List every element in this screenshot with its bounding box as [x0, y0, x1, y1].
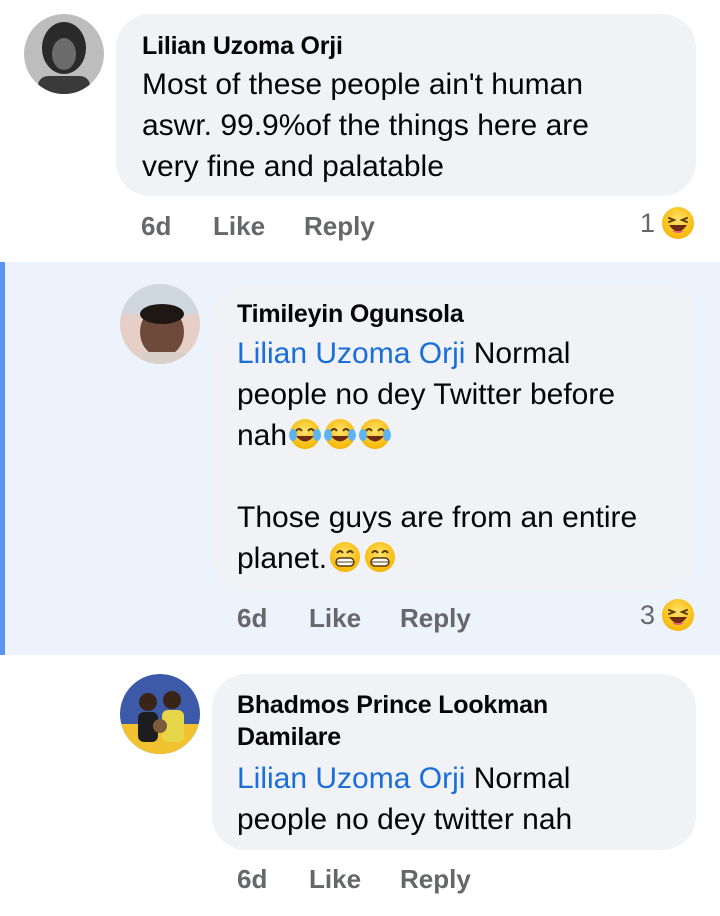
reaction-summary[interactable]: 1 [640, 206, 695, 240]
comment-bubble: Lilian Uzoma Orji Most of these people a… [116, 14, 696, 196]
timestamp[interactable]: 6d [237, 603, 267, 634]
grin-emoji [330, 542, 361, 572]
comment-text-line: very fine and palatable [142, 150, 444, 183]
comment-text-line: people no dey Twitter before [237, 378, 616, 411]
comment-text-line: people no dey twitter nah [237, 803, 573, 836]
comment-text: Most of these people ain't human aswr. 9… [142, 64, 589, 187]
comment-text-fragment: nah [237, 419, 288, 452]
comment-text-line: Most of these people ain't human [142, 68, 584, 101]
joy-emoji [359, 419, 392, 449]
reaction-count: 1 [640, 207, 656, 238]
comment-text: Lilian Uzoma Orji Normal people no dey t… [237, 758, 687, 840]
comment-text-line [237, 456, 687, 497]
comment-author[interactable]: Timileyin Ogunsola [237, 298, 464, 330]
comment-text-line: Lilian Uzoma Orji Normal [237, 758, 687, 799]
comment-author-line: Bhadmos Prince Lookman [237, 691, 548, 719]
joy-emoji [324, 419, 357, 449]
comment-text-line: Lilian Uzoma Orji Normal [237, 333, 687, 374]
comment-text-line: Those guys are from an entire [237, 501, 638, 534]
comment-text: Lilian Uzoma Orji Normal people no dey T… [237, 333, 687, 579]
highlight-indicator-bar [0, 262, 5, 655]
comment-text-line: planet. [237, 538, 687, 579]
comment-author-line: Damilare [237, 723, 342, 751]
like-button[interactable]: Like [213, 211, 265, 242]
reply-button[interactable]: Reply [304, 211, 375, 242]
joy-emoji [289, 419, 322, 449]
avatar[interactable] [120, 674, 200, 754]
comment-author[interactable]: Bhadmos Prince Lookman Damilare [237, 689, 548, 753]
reply-button[interactable]: Reply [400, 603, 471, 634]
comment-text-line: aswr. 99.9%of the things here are [142, 109, 589, 142]
like-button[interactable]: Like [309, 864, 361, 895]
comment-text-fragment: Normal [465, 337, 571, 370]
comment-text-fragment: Normal [465, 762, 571, 795]
comment-text-fragment: planet. [237, 542, 328, 575]
reply-button[interactable]: Reply [400, 864, 471, 895]
comment-bubble: Bhadmos Prince Lookman Damilare Lilian U… [212, 674, 696, 850]
comment-bubble: Timileyin Ogunsola Lilian Uzoma Orji Nor… [212, 284, 696, 590]
reaction-summary[interactable]: 3 [640, 598, 695, 632]
avatar[interactable] [24, 14, 104, 94]
avatar[interactable] [120, 284, 200, 364]
comment-author[interactable]: Lilian Uzoma Orji [142, 30, 343, 62]
reaction-count: 3 [640, 599, 656, 630]
timestamp[interactable]: 6d [237, 864, 267, 895]
mention-link[interactable]: Lilian Uzoma Orji [237, 762, 465, 795]
mention-link[interactable]: Lilian Uzoma Orji [237, 337, 465, 370]
haha-icon [662, 207, 695, 239]
grin-emoji [365, 542, 396, 572]
like-button[interactable]: Like [309, 603, 361, 634]
comment-text-line: nah [237, 415, 687, 456]
haha-icon [662, 599, 695, 631]
timestamp[interactable]: 6d [141, 211, 171, 242]
